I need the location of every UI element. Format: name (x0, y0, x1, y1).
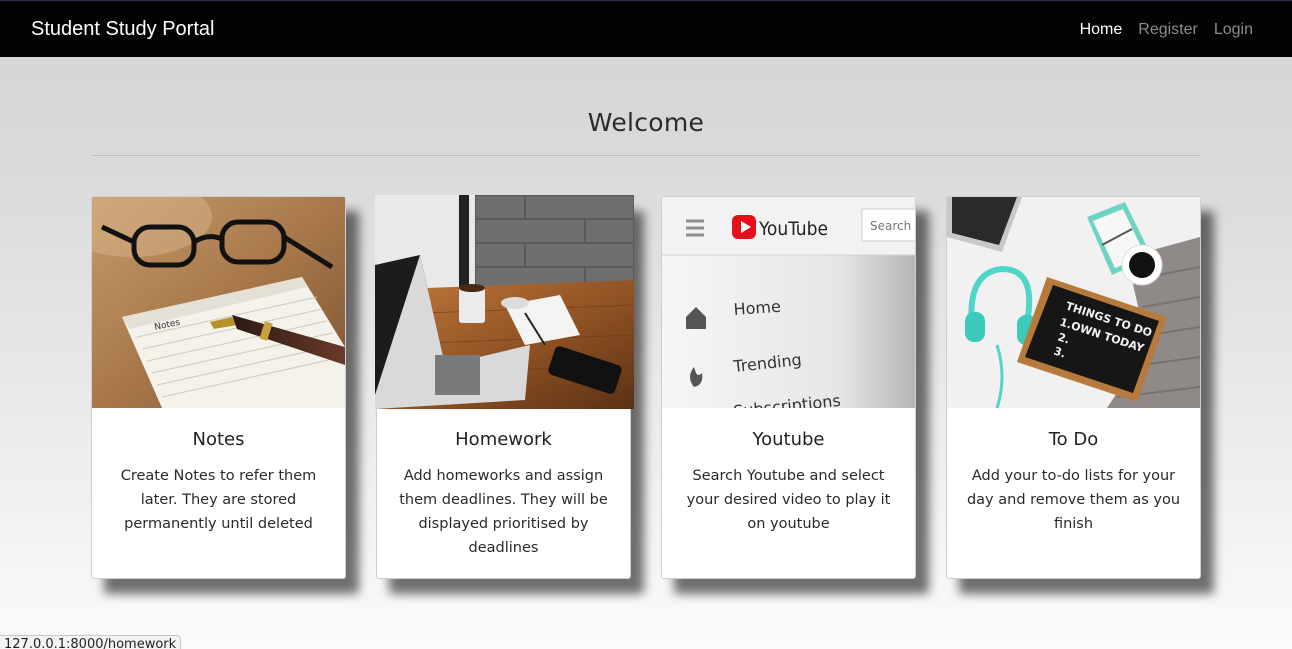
card-notes[interactable]: Notes Notes Create Notes to refer them l… (91, 196, 346, 579)
card-text: Add your to-do lists for your day and re… (966, 468, 1181, 532)
youtube-image: YouTube Search Home Trending Subscriptio… (662, 197, 915, 408)
heading-divider (91, 155, 1201, 156)
card-title: Homework (455, 429, 552, 450)
card-title: Notes (192, 429, 245, 450)
todo-image: THINGS TO DO 1.OWN TODAY 2. 3. (947, 197, 1200, 408)
card-homework[interactable]: Homework Add homeworks and assign them d… (375, 195, 634, 579)
card-text: Search Youtube and select your desired v… (686, 468, 891, 532)
card-title: Youtube (752, 429, 825, 450)
svg-text:Search: Search (870, 219, 911, 233)
card-youtube[interactable]: YouTube Search Home Trending Subscriptio… (661, 196, 916, 579)
homework-image (375, 195, 634, 409)
link-preview-status: 127.0.0.1:8000/homework (0, 635, 182, 649)
card-todo[interactable]: THINGS TO DO 1.OWN TODAY 2. 3. To Do Add… (946, 196, 1201, 579)
nav-register-link[interactable]: Register (1138, 20, 1198, 40)
nav-home-link[interactable]: Home (1080, 20, 1123, 40)
nav-login-link[interactable]: Login (1214, 20, 1253, 40)
navbar: Student Study Portal Home Register Login (0, 0, 1292, 57)
card-text: Create Notes to refer them later. They a… (120, 468, 317, 532)
notes-image: Notes (92, 197, 345, 408)
card-text: Add homeworks and assign them deadlines.… (399, 468, 608, 556)
card-title: To Do (1048, 429, 1099, 450)
svg-text:Home: Home (733, 297, 781, 319)
youtube-logo-text: YouTube (758, 218, 828, 240)
brand-link[interactable]: Student Study Portal (31, 17, 214, 41)
page-title: Welcome (587, 108, 705, 137)
nav-links: Home Register Login (1080, 20, 1253, 40)
